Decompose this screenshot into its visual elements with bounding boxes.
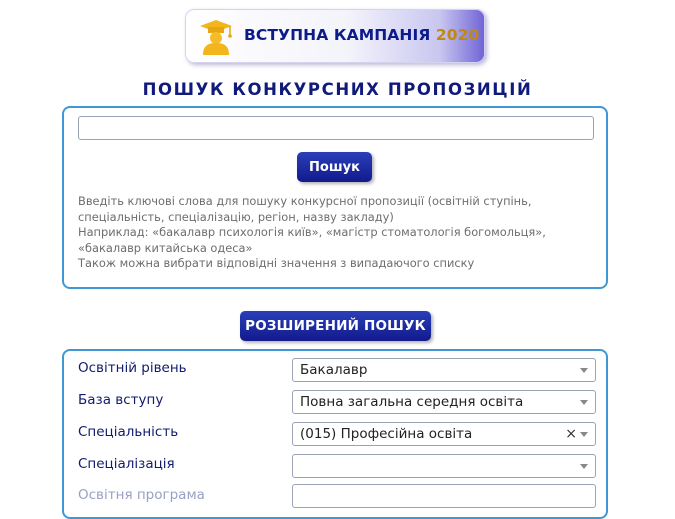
education-program-label: Освітня програма: [78, 487, 205, 503]
advanced-search-panel: Освітній рівень Бакалавр База вступу Пов…: [62, 349, 608, 519]
admission-base-select[interactable]: Повна загальна середня освіта: [292, 390, 596, 414]
chevron-down-icon: [580, 432, 588, 437]
chevron-down-icon: [580, 368, 588, 373]
graduate-icon: [200, 20, 232, 55]
banner-title: ВСТУПНА КАМПАНІЯ 2020: [244, 26, 480, 44]
search-button[interactable]: Пошук: [297, 152, 372, 182]
selected-value: Бакалавр: [300, 362, 368, 378]
specialty-label: Спеціальність: [78, 424, 179, 440]
clear-icon[interactable]: ×: [565, 423, 577, 445]
help-line: Введіть ключові слова для пошуку конкурс…: [78, 194, 532, 224]
selected-value: (015) Професійна освіта: [300, 426, 473, 442]
search-help-text: Введіть ключові слова для пошуку конкурс…: [78, 194, 598, 272]
education-level-select[interactable]: Бакалавр: [292, 358, 596, 382]
chevron-down-icon: [580, 400, 588, 405]
chevron-down-icon: [580, 464, 588, 469]
banner-year: 2020: [435, 26, 480, 44]
search-input[interactable]: [78, 116, 594, 140]
specialty-select[interactable]: (015) Професійна освіта ×: [292, 422, 596, 446]
selected-value: Повна загальна середня освіта: [300, 394, 524, 410]
page-title: ПОШУК КОНКУРСНИХ ПРОПОЗИЦІЙ: [142, 80, 533, 99]
help-line: Наприклад: «бакалавр психологія київ», «…: [78, 225, 546, 255]
specialization-label: Спеціалізація: [78, 456, 175, 472]
admission-base-label: База вступу: [78, 392, 164, 408]
advanced-search-button[interactable]: РОЗШИРЕНИЙ ПОШУК: [240, 311, 431, 341]
education-level-label: Освітній рівень: [78, 360, 187, 376]
search-panel: Введіть ключові слова для пошуку конкурс…: [62, 106, 608, 289]
education-program-select[interactable]: [292, 484, 596, 508]
specialization-select[interactable]: [292, 454, 596, 478]
help-line: Також можна вибрати відповідні значення …: [78, 256, 475, 271]
campaign-banner[interactable]: ВСТУПНА КАМПАНІЯ 2020: [185, 9, 485, 63]
